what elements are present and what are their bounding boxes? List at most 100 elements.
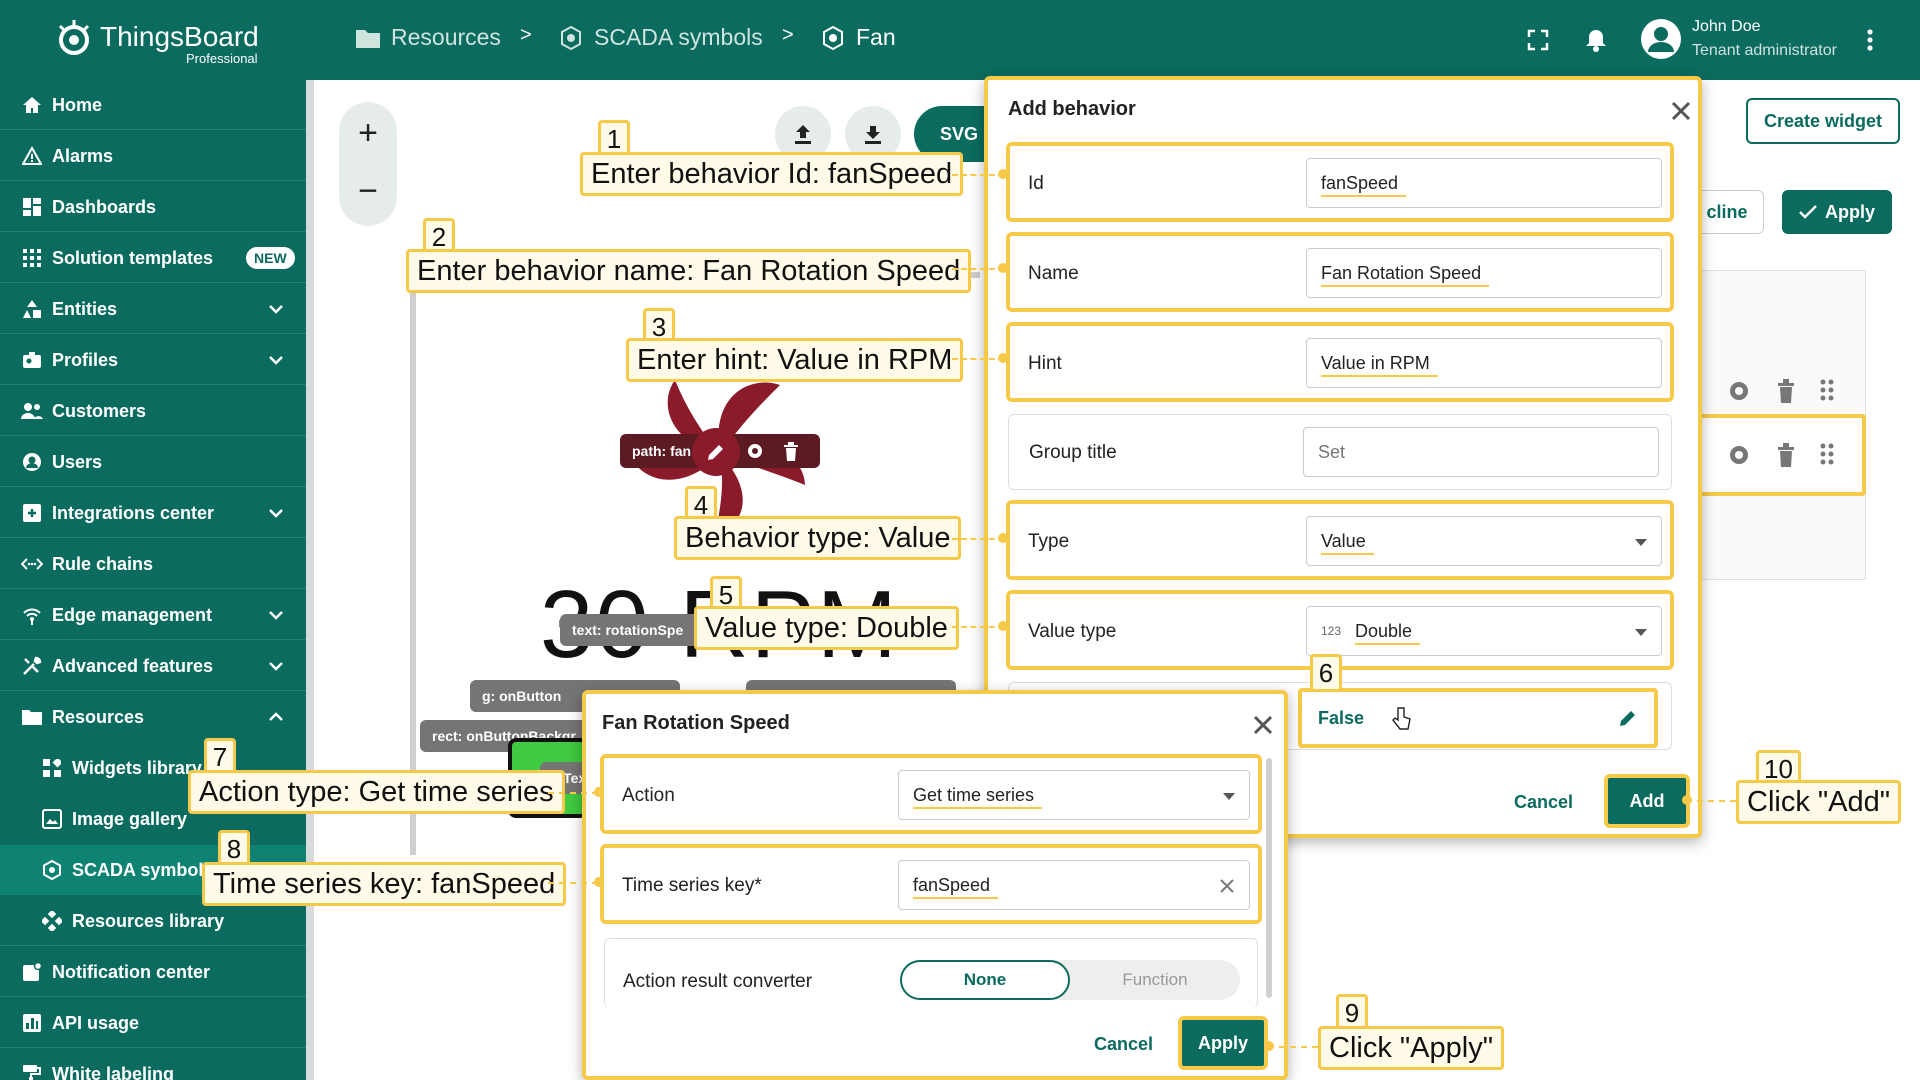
dropdown-arrow-icon [1223,793,1235,800]
sidebar-item-profiles[interactable]: Profiles [0,335,306,385]
action-result-converter-toggle[interactable]: None Function [900,960,1240,1000]
user-role: Tenant administrator [1692,42,1837,59]
default-value-field[interactable]: False [1298,688,1658,748]
breadcrumb-resources[interactable]: Resources [355,24,501,51]
action-select[interactable]: Get time series [898,770,1250,820]
more-vert-icon[interactable] [1854,24,1886,56]
breadcrumb-separator: > [782,24,794,46]
converter-function-option[interactable]: Function [1070,960,1240,1000]
user-menu[interactable]: John Doe Tenant administrator [1640,18,1837,65]
value-type-select[interactable]: 123 Double [1306,606,1662,656]
gear-icon[interactable] [1726,442,1752,468]
sidebar-item-solution-templates[interactable]: Solution templates NEW [0,233,306,283]
scada-icon [561,25,581,50]
fan-dialog-cancel-button[interactable]: Cancel [1094,1034,1153,1055]
apply-panel-button[interactable]: Apply [1782,190,1892,234]
sidebar-item-alarms[interactable]: Alarms [0,131,306,181]
sidebar-item-customers[interactable]: Customers [0,386,306,436]
callout-connector-dot [998,621,1008,631]
fullscreen-icon[interactable] [1522,24,1554,56]
add-behavior-cancel-button[interactable]: Cancel [1514,792,1573,813]
callout-number: 6 [1310,654,1342,692]
zoom-out-button[interactable]: − [339,172,397,211]
sidebar-item-dashboards[interactable]: Dashboards [0,182,306,232]
notification-icon [20,960,44,984]
create-widget-button[interactable]: Create widget [1746,98,1900,144]
drag-handle-icon[interactable] [1820,442,1834,466]
drag-handle-icon[interactable] [1820,378,1834,402]
gear-icon[interactable] [1726,378,1752,404]
callout-connector-dot [998,353,1008,363]
gear-icon[interactable] [744,440,766,462]
chevron-down-icon [269,356,283,365]
type-row: Type Value [1006,500,1674,580]
close-icon[interactable] [1250,712,1276,738]
zoom-in-button[interactable]: + [339,114,397,153]
name-input[interactable]: Fan Rotation Speed [1306,248,1662,298]
notifications-bell-icon[interactable] [1580,24,1612,56]
fan-dialog-title: Fan Rotation Speed [602,712,790,734]
callout-connector-dot [998,169,1008,179]
trash-icon[interactable] [782,440,800,462]
edit-icon[interactable] [1618,708,1638,728]
callout-connector-dot [998,263,1008,273]
name-row: Name Fan Rotation Speed [1006,232,1674,312]
id-row: Id fanSpeed [1006,142,1674,222]
svg-frame-line [410,275,416,855]
dashboard-icon [20,195,44,219]
add-behavior-add-button[interactable]: Add [1604,774,1690,828]
chevron-down-icon [269,509,283,518]
callout-label: Behavior type: Value [674,516,962,560]
sidebar-item-users[interactable]: Users [0,437,306,487]
edit-icon [708,445,723,460]
thingsboard-logo[interactable]: ThingsBoard Professional [52,18,259,66]
group-title-input[interactable]: Set [1303,427,1659,477]
breadcrumb-scada-symbols[interactable]: SCADA symbols [558,24,763,51]
thingsboard-logo-icon [58,20,90,55]
callout-connector-dot [998,533,1008,543]
sidebar-scrollbar[interactable] [306,80,314,1080]
sidebar-item-entities[interactable]: Entities [0,284,306,334]
hint-input[interactable]: Value in RPM [1306,338,1662,388]
trash-icon[interactable] [1776,442,1796,468]
time-series-key-input[interactable]: fanSpeed [898,860,1250,910]
dialog-scrollbar[interactable] [1266,758,1272,998]
type-select[interactable]: Value [1306,516,1662,566]
scada-icon [40,858,64,882]
customers-icon [20,399,44,423]
sidebar-item-home[interactable]: Home [0,80,306,130]
sidebar-item-notification-center[interactable]: Notification center [0,947,306,997]
clear-icon[interactable] [1219,878,1235,894]
tools-icon [20,654,44,678]
entities-icon [20,297,44,321]
sidebar-item-resources[interactable]: Resources [0,692,306,742]
home-icon [20,93,44,117]
sidebar-item-api-usage[interactable]: API usage [0,998,306,1048]
converter-none-option[interactable]: None [900,960,1070,1000]
trash-icon[interactable] [1776,378,1796,404]
fan-dialog-apply-button[interactable]: Apply [1178,1016,1268,1070]
callout-connector [548,792,598,794]
tag-text-rotation[interactable]: text: rotationSpe [560,614,710,646]
folder-icon [356,29,380,48]
download-icon [865,126,881,144]
group-title-row: Group title Set [1008,414,1672,490]
folder-icon [20,705,44,729]
close-icon[interactable] [1668,98,1694,124]
sidebar-item-white-labeling[interactable]: White labeling [0,1049,306,1080]
profiles-icon [20,348,44,372]
callout-connector [1686,800,1736,802]
chevron-down-icon [269,611,283,620]
edit-tag-button[interactable] [692,428,740,476]
id-input[interactable]: fanSpeed [1306,158,1662,208]
callout-label: Enter behavior name: Fan Rotation Speed [406,249,972,293]
sidebar-item-edge-management[interactable]: Edge management [0,590,306,640]
top-bar: ThingsBoard Professional Resources > SCA… [0,0,1920,80]
user-icon [20,450,44,474]
zoom-controls: + − [339,102,397,226]
sidebar-item-integrations-center[interactable]: Integrations center [0,488,306,538]
sidebar-item-advanced-features[interactable]: Advanced features [0,641,306,691]
breadcrumb-fan: Fan [820,24,896,51]
sidebar-item-rule-chains[interactable]: Rule chains [0,539,306,589]
callout-connector-dot [1264,1041,1274,1051]
